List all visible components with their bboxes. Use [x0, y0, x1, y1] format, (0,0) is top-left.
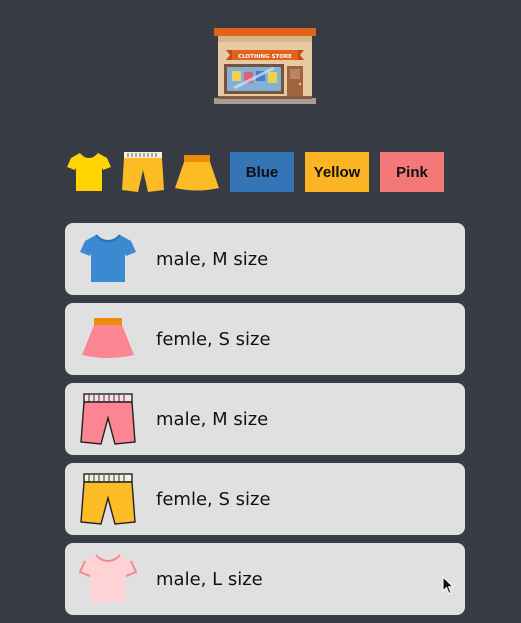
store-sign-text: CLOTHING STORE	[238, 54, 292, 60]
list-item[interactable]: femle, S size	[65, 303, 465, 375]
tshirt-filter-icon[interactable]	[66, 150, 112, 194]
filter-toolbar: Blue Yellow Pink	[66, 150, 453, 194]
pants-icon	[78, 389, 138, 449]
pants-filter-icon[interactable]	[120, 150, 166, 194]
list-item[interactable]: male, M size	[65, 223, 465, 295]
tshirt-icon	[78, 229, 138, 289]
item-label: male, L size	[156, 568, 263, 590]
clothing-list: male, M size femle, S size male, M size …	[65, 223, 465, 623]
tshirt-icon	[78, 549, 138, 609]
item-label: male, M size	[156, 408, 269, 430]
clothing-store-logo: CLOTHING STORE	[214, 28, 316, 106]
item-label: femle, S size	[156, 328, 271, 350]
pink-filter-button[interactable]: Pink	[380, 152, 444, 192]
blue-filter-button[interactable]: Blue	[230, 152, 294, 192]
pants-icon	[78, 469, 138, 529]
yellow-filter-button[interactable]: Yellow	[305, 152, 369, 192]
list-item[interactable]: male, M size	[65, 383, 465, 455]
list-item[interactable]: femle, S size	[65, 463, 465, 535]
skirt-icon	[78, 309, 138, 369]
item-label: femle, S size	[156, 488, 271, 510]
item-label: male, M size	[156, 248, 269, 270]
skirt-filter-icon[interactable]	[174, 150, 220, 194]
list-item[interactable]: male, L size	[65, 543, 465, 615]
